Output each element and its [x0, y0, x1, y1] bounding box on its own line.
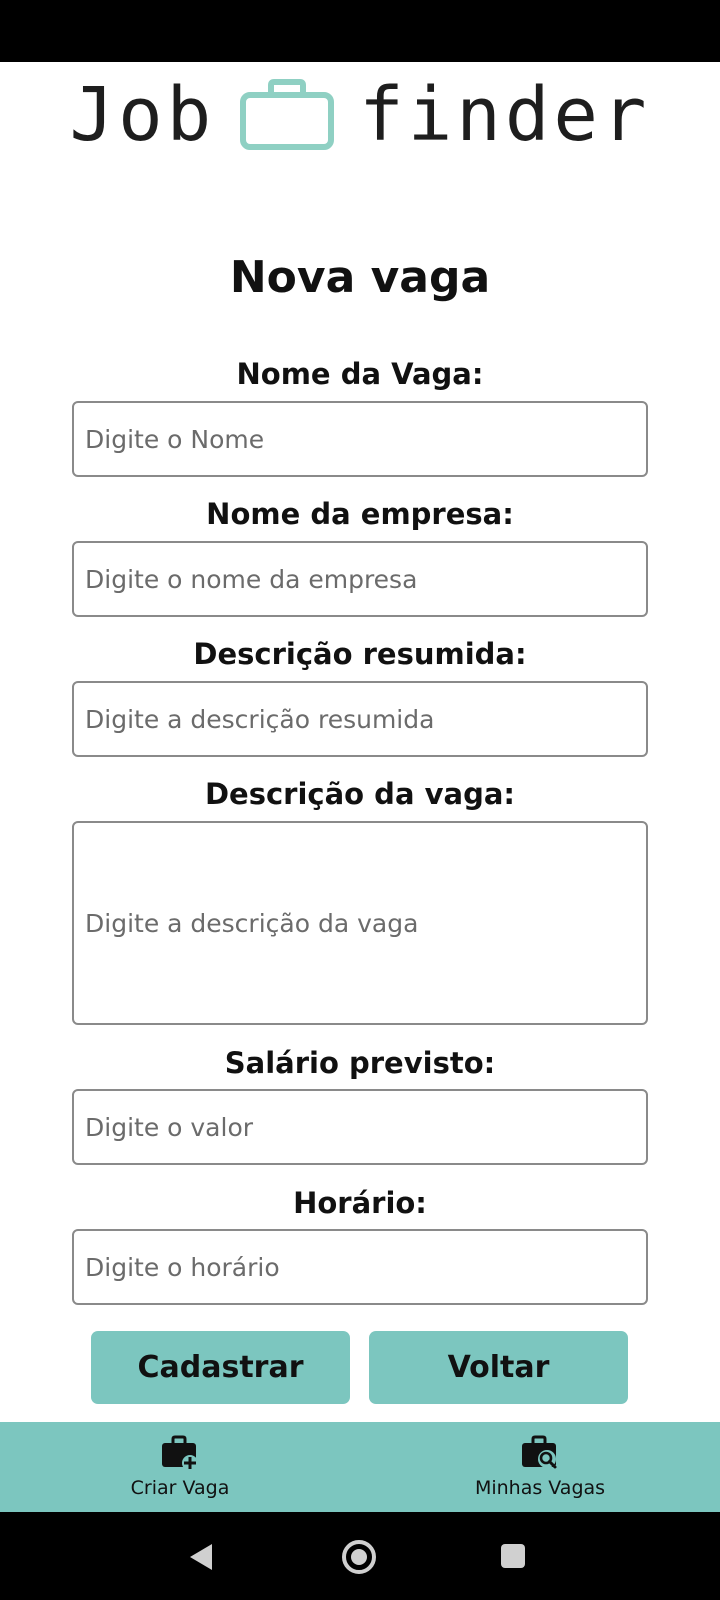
- briefcase-search-icon: [522, 1435, 557, 1469]
- back-button[interactable]: Voltar: [369, 1331, 628, 1404]
- short-description-label: Descrição resumida:: [193, 637, 527, 671]
- company-name-placeholder: Digite o nome da empresa: [85, 564, 418, 594]
- home-icon[interactable]: [340, 1538, 378, 1576]
- recents-icon[interactable]: [500, 1543, 526, 1569]
- logo-text-job: Job: [69, 71, 216, 158]
- bottom-navigation: Criar Vaga Minhas Vagas: [0, 1422, 720, 1512]
- salary-input[interactable]: Digite o valor: [72, 1089, 648, 1165]
- company-name-input[interactable]: Digite o nome da empresa: [72, 541, 648, 617]
- nav-item-my-jobs[interactable]: Minhas Vagas: [440, 1422, 640, 1512]
- job-name-input[interactable]: Digite o Nome: [72, 401, 648, 477]
- job-name-label: Nome da Vaga:: [236, 357, 484, 391]
- salary-label: Salário previsto:: [224, 1046, 496, 1080]
- short-description-input[interactable]: Digite a descrição resumida: [72, 681, 648, 757]
- system-navigation-bar: [0, 1512, 720, 1600]
- job-name-placeholder: Digite o Nome: [85, 424, 265, 454]
- briefcase-logo-icon: [240, 78, 335, 150]
- submit-button[interactable]: Cadastrar: [91, 1331, 350, 1404]
- schedule-label: Horário:: [293, 1186, 427, 1220]
- salary-placeholder: Digite o valor: [85, 1112, 254, 1142]
- job-description-label: Descrição da vaga:: [204, 777, 516, 811]
- schedule-placeholder: Digite o horário: [85, 1252, 280, 1282]
- logo-text-finder: finder: [359, 71, 651, 158]
- schedule-input[interactable]: Digite o horário: [72, 1229, 648, 1305]
- nav-label-create-job: Criar Vaga: [130, 1477, 230, 1499]
- page-title: Nova vaga: [229, 252, 491, 303]
- nav-item-create-job[interactable]: Criar Vaga: [80, 1422, 280, 1512]
- app-logo: Job finder: [0, 62, 720, 167]
- job-description-placeholder: Digite a descrição da vaga: [85, 908, 419, 938]
- status-bar: [0, 0, 720, 62]
- nav-label-my-jobs: Minhas Vagas: [474, 1477, 606, 1499]
- job-description-textarea[interactable]: Digite a descrição da vaga: [72, 821, 648, 1025]
- short-description-placeholder: Digite a descrição resumida: [85, 704, 435, 734]
- back-icon[interactable]: [188, 1542, 214, 1572]
- company-name-label: Nome da empresa:: [206, 497, 514, 531]
- briefcase-plus-icon: [162, 1435, 198, 1471]
